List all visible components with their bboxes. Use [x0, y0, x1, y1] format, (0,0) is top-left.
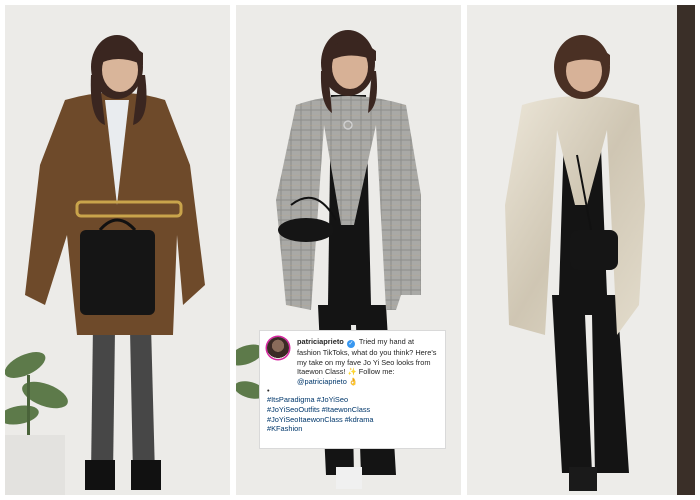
hashtag-line[interactable]: #JoYiSeoOutfits #ItaewonClass	[267, 405, 438, 415]
avatar[interactable]	[267, 337, 289, 359]
ok-hand-icon: 👌	[348, 376, 359, 386]
hashtag-list: #ItsParadigma #JoYiSeo #JoYiSeoOutfits #…	[267, 395, 438, 433]
username-link[interactable]: patriciaprieto	[297, 337, 344, 346]
verified-badge-icon: ✓	[346, 340, 355, 348]
outfit-photo-metallic-blazer	[467, 5, 695, 495]
separator-dot: •	[267, 386, 270, 396]
outfit-photo-brown-blazer	[5, 5, 230, 495]
hashtag-line[interactable]: #KFashion	[267, 424, 438, 434]
figure-brown-blazer	[5, 5, 230, 495]
instagram-caption-card: patriciaprieto ✓ Tried my hand at fashio…	[259, 330, 446, 449]
caption-body: patriciaprieto ✓ Tried my hand at fashio…	[267, 337, 438, 386]
figure-metallic-blazer	[467, 5, 695, 495]
hashtag-line[interactable]: #ItsParadigma #JoYiSeo	[267, 395, 438, 405]
mention-link[interactable]: @patriciaprieto	[297, 377, 347, 386]
hashtag-line[interactable]: #JoYiSeoItaewonClass #kdrama	[267, 415, 438, 425]
